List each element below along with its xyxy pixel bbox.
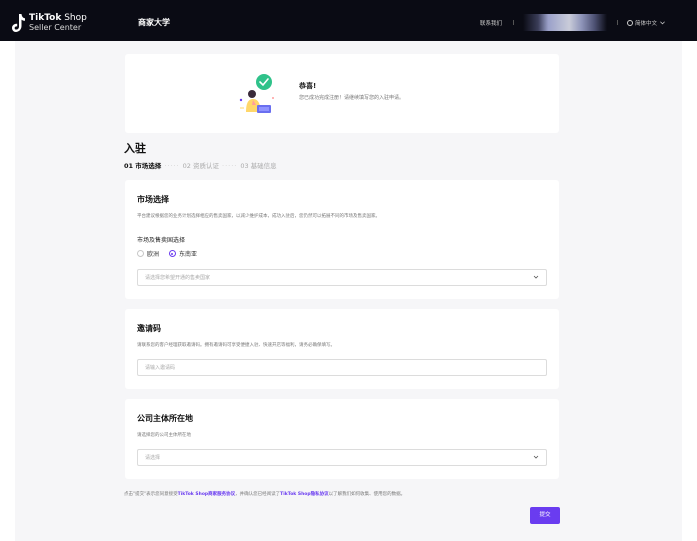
- invite-section-description: 请联系您的客户经理获取邀请码。拥有邀请码可享受便捷入驻、快速开店等福利，请务必确…: [137, 343, 335, 348]
- step-1: 01 市场选择: [124, 162, 162, 170]
- market-selection-card: 市场选择 平台建议根据您的业务计划选择相应的售卖国家，以减少维护成本，成功入驻后…: [125, 180, 559, 299]
- step-3: 03 基础信息: [240, 162, 277, 170]
- contact-us-link[interactable]: 联系我们: [480, 19, 502, 27]
- radio-southeast-asia-label[interactable]: 东南亚: [179, 251, 197, 258]
- top-navbar: TikTok Shop Seller Center 商家大学 联系我们 简体中文: [0, 0, 697, 41]
- company-select-placeholder: 请选择: [145, 455, 161, 461]
- market-field-label: 市场及售卖国选择: [137, 237, 186, 244]
- step-connector: ·····: [222, 162, 238, 170]
- congrats-title: 恭喜!: [299, 82, 317, 90]
- divider: [617, 20, 618, 25]
- language-label: 简体中文: [635, 21, 658, 27]
- agreement-middle: ，并确认您已经阅读了: [235, 492, 281, 497]
- agreement-text: 点击"提交"表示您同意接受TikTok Shop商家服务协议，并确认您已经阅读了…: [124, 491, 405, 497]
- country-select-placeholder: 请选择您希望开通的售卖国家: [145, 275, 211, 281]
- globe-icon: [627, 20, 633, 26]
- page-title: 入驻: [124, 142, 146, 155]
- success-illustration-icon: [239, 74, 274, 113]
- invite-code-input[interactable]: 请输入邀请码: [137, 359, 547, 376]
- tiktok-logo-icon: [12, 14, 25, 32]
- submit-button[interactable]: 提交: [530, 507, 560, 524]
- invite-code-card: 邀请码 请联系您的客户经理获取邀请码。拥有邀请码可享受便捷入驻、快速开店等福利，…: [125, 309, 559, 389]
- invite-code-placeholder: 请输入邀请码: [145, 365, 176, 371]
- radio-southeast-asia[interactable]: [168, 250, 176, 257]
- company-section-title: 公司主体所在地: [137, 414, 193, 423]
- chevron-down-icon: [659, 21, 665, 25]
- company-section-description: 请选择您的公司主体所在地: [137, 433, 191, 438]
- language-selector[interactable]: 简体中文: [627, 19, 665, 27]
- tiktok-shop-logo[interactable]: TikTok Shop Seller Center: [12, 13, 92, 37]
- company-location-select[interactable]: 请选择: [137, 449, 547, 466]
- logo-text: TikTok Shop: [29, 13, 87, 23]
- account-menu-blurred[interactable]: [523, 14, 607, 31]
- step-connector: ·····: [164, 162, 180, 170]
- radio-europe-label[interactable]: 欧洲: [147, 251, 159, 258]
- congrats-subtitle: 您已成功完成注册！请继续填写您的入驻申请。: [299, 95, 405, 101]
- logo-subtext: Seller Center: [29, 23, 82, 32]
- nav-seller-university[interactable]: 商家大学: [138, 17, 170, 28]
- step-indicator: 01 市场选择 ····· 02 资质认证 ····· 03 基础信息: [124, 160, 277, 170]
- congrats-card: 恭喜! 您已成功完成注册！请继续填写您的入驻申请。: [125, 54, 559, 133]
- radio-europe[interactable]: [137, 250, 144, 257]
- market-section-title: 市场选择: [137, 195, 169, 204]
- country-select[interactable]: 请选择您希望开通的售卖国家: [137, 269, 547, 286]
- merchant-service-agreement-link[interactable]: TikTok Shop商家服务协议: [178, 492, 235, 497]
- chevron-down-icon: [533, 455, 539, 459]
- divider: [513, 20, 514, 25]
- company-location-card: 公司主体所在地 请选择您的公司主体所在地 请选择: [125, 399, 559, 479]
- invite-section-title: 邀请码: [137, 324, 161, 333]
- market-section-description: 平台建议根据您的业务计划选择相应的售卖国家，以减少维护成本，成功入驻后，您仍然可…: [137, 214, 380, 219]
- step-2: 02 资质认证: [182, 162, 219, 170]
- agreement-suffix: 以了解我们如何收集、使用您的数据。: [328, 492, 406, 497]
- privacy-policy-link[interactable]: TikTok Shop隐私协议: [280, 492, 329, 497]
- market-radio-group: 欧洲 东南亚: [137, 249, 205, 258]
- chevron-down-icon: [533, 275, 539, 279]
- agreement-prefix: 点击"提交"表示您同意接受: [124, 492, 178, 497]
